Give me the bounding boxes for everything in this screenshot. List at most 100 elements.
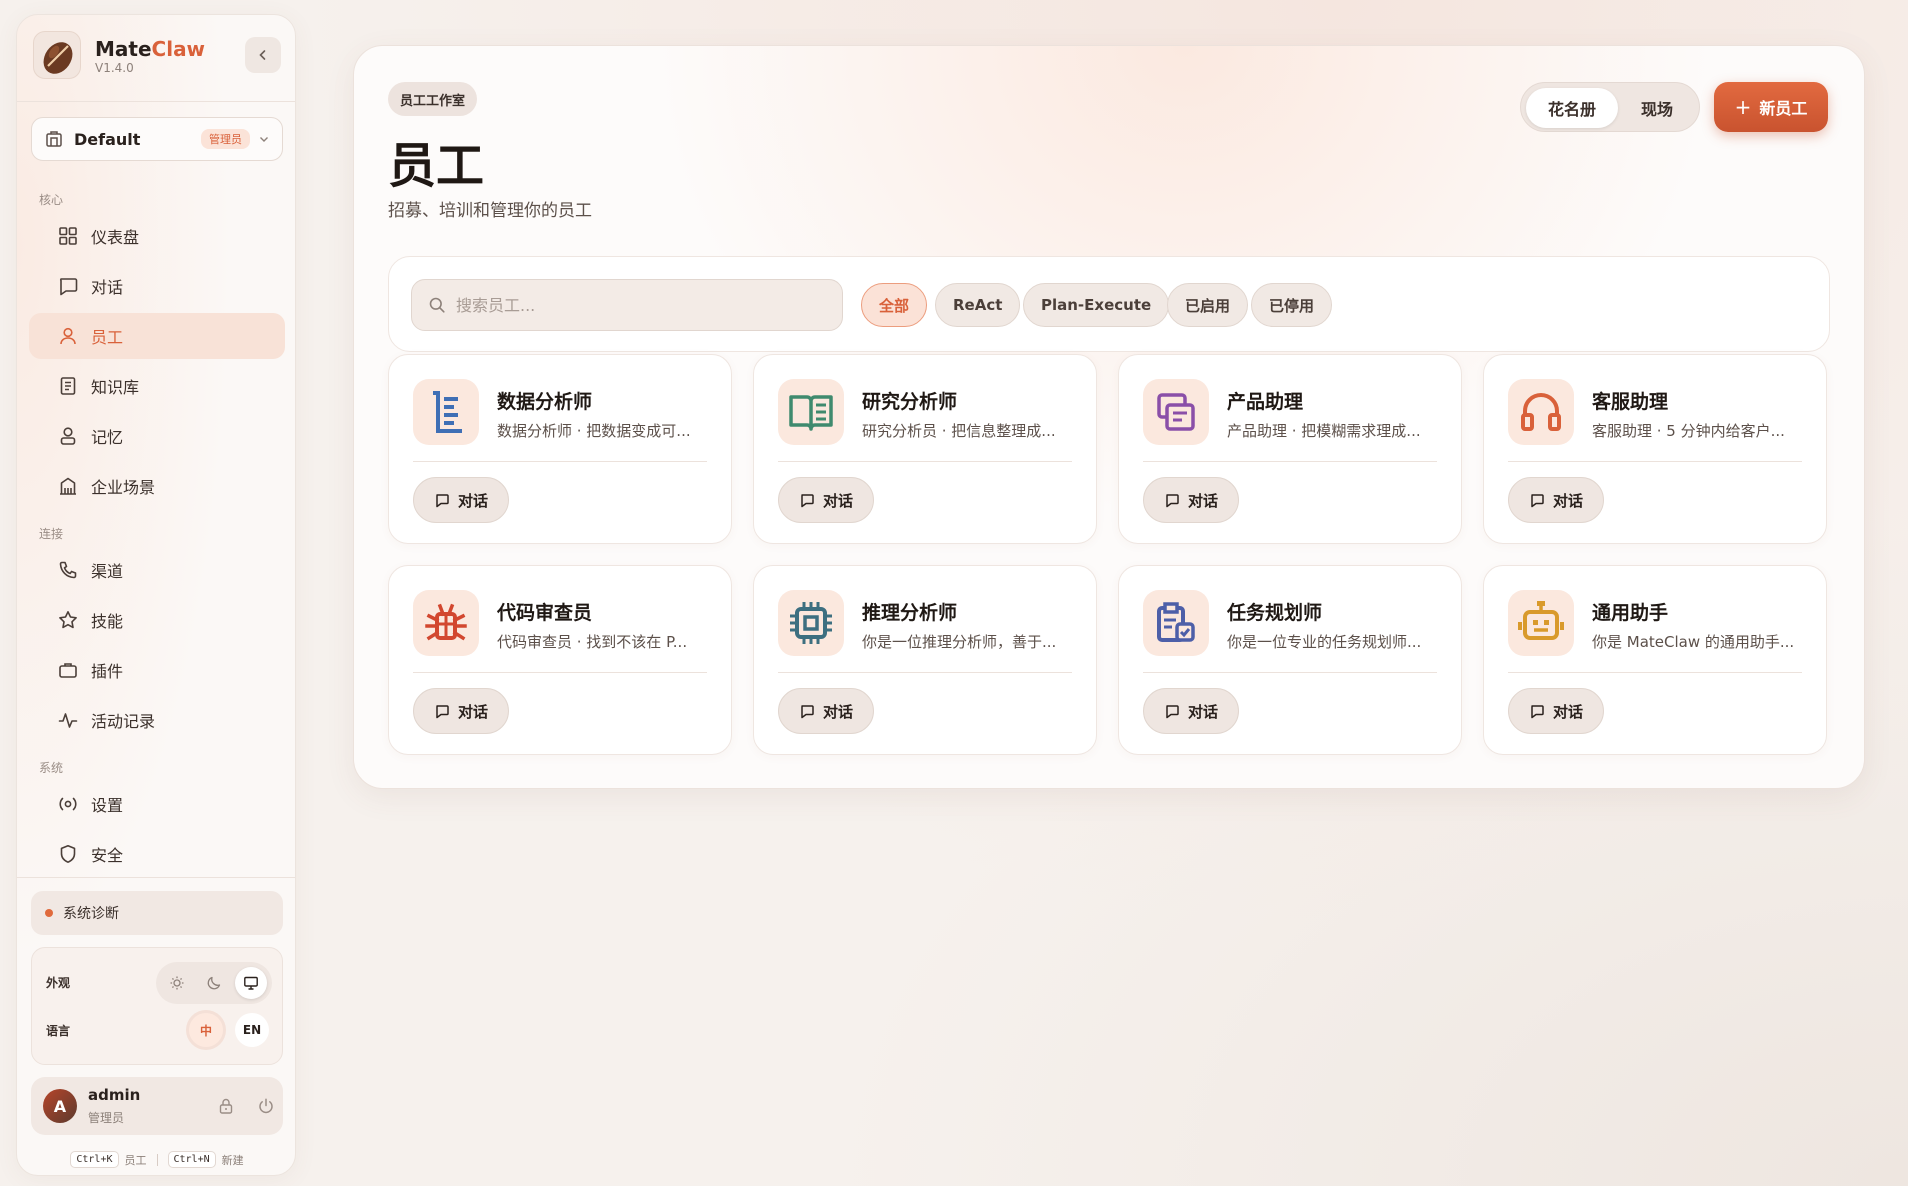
shortcut-key: Ctrl+N xyxy=(167,1151,216,1168)
language-label: 语言 xyxy=(46,1024,71,1038)
agent-card[interactable]: 推理分析师 你是一位推理分析师，善于... 对话 xyxy=(753,565,1097,755)
monitor-icon xyxy=(244,976,258,990)
cpu-icon xyxy=(790,602,832,644)
chat-icon xyxy=(801,494,814,508)
nav-settings[interactable]: 设置 xyxy=(29,781,285,827)
view-live-tab[interactable]: 现场 xyxy=(1618,88,1696,128)
chat-label: 对话 xyxy=(1187,491,1218,510)
chat-icon xyxy=(436,494,449,508)
shortcut-label: 新建 xyxy=(221,1153,244,1167)
chat-icon xyxy=(1531,705,1544,719)
chat-icon xyxy=(1166,705,1179,719)
theme-dark-button[interactable] xyxy=(198,967,230,999)
system-diagnostics-button[interactable]: 系统诊断 xyxy=(31,891,283,935)
agent-description: 你是一位推理分析师，善于... xyxy=(862,633,1057,651)
nav-label: 设置 xyxy=(91,796,124,815)
filter-enabled[interactable]: 已启用 xyxy=(1167,283,1249,327)
chat-label: 对话 xyxy=(1552,702,1583,721)
chat-icon xyxy=(1531,494,1544,508)
building-icon xyxy=(60,477,76,495)
shortcut-label: 员工 xyxy=(124,1153,147,1167)
filter-react[interactable]: ReAct xyxy=(935,283,1021,327)
nav-label: 仪表盘 xyxy=(91,228,140,247)
chat-button[interactable]: 对话 xyxy=(1143,477,1239,523)
search-field[interactable] xyxy=(411,279,843,331)
nav-employees[interactable]: 员工 xyxy=(29,313,285,359)
nav-chat[interactable]: 对话 xyxy=(29,263,285,309)
agent-card[interactable]: 通用助手 你是 MateClaw 的通用助手... 对话 xyxy=(1483,565,1827,755)
lock-icon[interactable] xyxy=(217,1097,235,1115)
chat-label: 对话 xyxy=(1187,702,1218,721)
layers-icon xyxy=(1157,393,1195,431)
filter-disabled[interactable]: 已停用 xyxy=(1251,283,1333,327)
section-core: 核心 xyxy=(39,193,64,207)
collapse-sidebar-button[interactable] xyxy=(245,37,281,73)
chat-label: 对话 xyxy=(822,491,853,510)
chat-button[interactable]: 对话 xyxy=(413,688,509,734)
agent-name: 通用助手 xyxy=(1592,602,1669,624)
studio-tag: 员工工作室 xyxy=(388,82,478,116)
nav-plugins[interactable]: 插件 xyxy=(29,647,285,693)
nav-label: 知识库 xyxy=(91,378,140,397)
agent-description: 代码审查员 · 找到不该在 P... xyxy=(497,633,688,651)
filter-plan-execute[interactable]: Plan-Execute xyxy=(1023,283,1170,327)
user-role: 管理员 xyxy=(88,1111,125,1125)
search-input[interactable] xyxy=(456,295,836,315)
new-employee-button[interactable]: + 新员工 xyxy=(1714,82,1828,132)
chat-icon xyxy=(801,705,814,719)
nav-enterprise[interactable]: 企业场景 xyxy=(29,463,285,509)
avatar[interactable]: A xyxy=(43,1089,77,1123)
diagnostics-label: 系统诊断 xyxy=(63,906,119,922)
agent-card[interactable]: 代码审查员 代码审查员 · 找到不该在 P... 对话 xyxy=(388,565,732,755)
open-book-icon xyxy=(789,395,833,431)
chat-button[interactable]: 对话 xyxy=(1508,688,1604,734)
page-subtitle: 招募、培训和管理你的员工 xyxy=(388,201,592,221)
nav-knowledge[interactable]: 知识库 xyxy=(29,363,285,409)
employees-panel: 员工工作室 员工 招募、培训和管理你的员工 花名册 现场 + 新员工 全部 Re… xyxy=(353,45,1865,789)
lang-en-button[interactable]: EN xyxy=(235,1013,269,1047)
theme-toggle xyxy=(156,962,272,1004)
nav-label: 安全 xyxy=(91,846,124,865)
chat-label: 对话 xyxy=(1552,491,1583,510)
divider xyxy=(17,877,295,878)
section-system: 系统 xyxy=(39,761,64,775)
nav-channels[interactable]: 渠道 xyxy=(29,547,285,593)
theme-system-button[interactable] xyxy=(235,967,267,999)
agent-card[interactable]: 数据分析师 数据分析师 · 把数据变成可... 对话 xyxy=(388,354,732,544)
workspace-select[interactable]: Default 管理员 xyxy=(31,117,283,161)
nav-memory[interactable]: 记忆 xyxy=(29,413,285,459)
nav-label: 记忆 xyxy=(91,428,124,447)
dashboard-icon xyxy=(59,227,77,245)
nav-skills[interactable]: 技能 xyxy=(29,597,285,643)
agent-card[interactable]: 研究分析师 研究分析员 · 把信息整理成... 对话 xyxy=(753,354,1097,544)
agent-icon xyxy=(1143,590,1209,656)
divider xyxy=(156,1153,158,1166)
user-card: A admin 管理员 xyxy=(31,1077,283,1135)
chat-button[interactable]: 对话 xyxy=(778,477,874,523)
theme-light-button[interactable] xyxy=(161,967,193,999)
chat-label: 对话 xyxy=(457,491,488,510)
lang-zh-button[interactable]: 中 xyxy=(189,1013,223,1047)
nav-activity[interactable]: 活动记录 xyxy=(29,697,285,743)
agent-card[interactable]: 产品助理 产品助理 · 把模糊需求理成... 对话 xyxy=(1118,354,1462,544)
chat-button[interactable]: 对话 xyxy=(778,688,874,734)
agent-icon xyxy=(1508,590,1574,656)
chat-button[interactable]: 对话 xyxy=(1143,688,1239,734)
preferences-panel: 外观 语言 中 EN xyxy=(31,947,283,1065)
agent-description: 你是 MateClaw 的通用助手... xyxy=(1592,633,1795,651)
phone-icon xyxy=(59,561,77,579)
divider xyxy=(778,672,1072,673)
nav-label: 员工 xyxy=(91,328,124,347)
filter-all[interactable]: 全部 xyxy=(861,283,928,327)
chat-button[interactable]: 对话 xyxy=(1508,477,1604,523)
chat-button[interactable]: 对话 xyxy=(413,477,509,523)
agent-card[interactable]: 任务规划师 你是一位专业的任务规划师... 对话 xyxy=(1118,565,1462,755)
agent-name: 研究分析师 xyxy=(862,391,958,413)
page-title: 员工 xyxy=(388,138,485,194)
agent-card[interactable]: 客服助理 客服助理 · 5 分钟内给客户... 对话 xyxy=(1483,354,1827,544)
view-roster-tab[interactable]: 花名册 xyxy=(1526,88,1618,128)
sidebar: MateClaw V1.4.0 Default 管理员 核心 仪表盘 对话 员工… xyxy=(16,14,296,1176)
nav-security[interactable]: 安全 xyxy=(29,831,285,877)
power-icon[interactable] xyxy=(257,1097,275,1115)
nav-dashboard[interactable]: 仪表盘 xyxy=(29,213,285,259)
